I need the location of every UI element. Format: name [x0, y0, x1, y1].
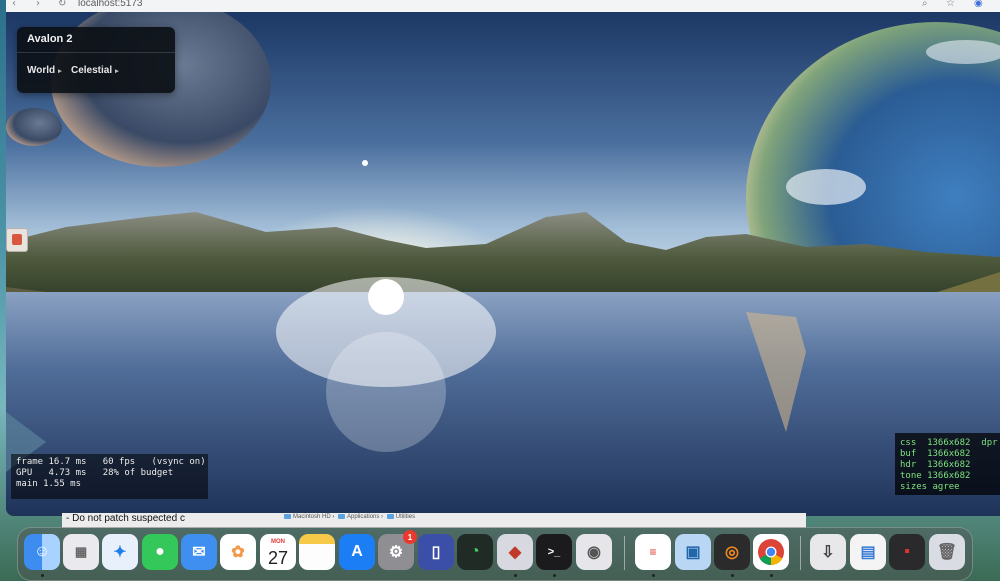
finder-icon[interactable]: ☺: [24, 534, 60, 570]
chrome-logo: [758, 539, 784, 566]
perf-stats-overlay: frame 16.7 ms 60 fps (vsync on) GPU 4.73 …: [11, 454, 208, 499]
note-text: - Do not patch suspected c: [66, 513, 185, 524]
chevron-right-icon: ▸: [115, 68, 119, 75]
system-settings-icon[interactable]: ⚙ 1: [378, 530, 417, 570]
reload-icon[interactable]: ↻: [58, 0, 66, 9]
bookmark-star-icon[interactable]: ☆: [946, 0, 955, 9]
safari-icon[interactable]: ✦: [102, 534, 138, 570]
res-line-tone: tone 1366x682: [900, 471, 971, 481]
app-store-icon[interactable]: A: [339, 534, 375, 570]
scene-menu-panel: Avalon 2 World ▸ Celestial ▸: [17, 27, 175, 93]
running-indicator: [514, 574, 517, 577]
notes-icon[interactable]: [299, 534, 335, 570]
screenshot-icon[interactable]: ◉: [576, 534, 612, 570]
running-indicator: [731, 574, 734, 577]
folder-icon: [386, 514, 394, 519]
documents-stack-icon[interactable]: ▤: [850, 534, 886, 570]
resolution-stats-overlay: css 1366x682 dpr 1 buf 1366x682 hdr 1366x6…: [895, 433, 1000, 495]
chevron-right-icon: ▸: [58, 68, 62, 75]
messages-icon[interactable]: ●: [142, 534, 178, 570]
menu-world[interactable]: World ▸: [27, 65, 62, 76]
dock-divider: [800, 536, 801, 570]
app-title: Avalon 2: [27, 33, 73, 45]
terminal-icon[interactable]: >_: [536, 534, 572, 570]
perf-line-gpu: GPU 4.73 ms 28% of budget: [16, 468, 174, 478]
folder-icon: [338, 514, 346, 519]
address-bar[interactable]: localhost:5173: [78, 0, 143, 9]
path-item-disk[interactable]: Macintosh HD: [293, 514, 331, 520]
downloads-folder-icon[interactable]: ⇩: [810, 534, 846, 570]
res-line-buf: buf 1366x682: [900, 449, 971, 459]
perf-line-main: main 1.55 ms: [16, 479, 82, 489]
running-indicator: [770, 574, 773, 577]
profile-icon[interactable]: ◉: [974, 0, 983, 9]
calendar-month: MON: [271, 539, 285, 545]
res-line-hdr: hdr 1366x682: [900, 460, 971, 470]
search-icon[interactable]: ⌕: [922, 0, 928, 9]
forward-icon[interactable]: ›: [36, 0, 40, 9]
perf-line-frame: frame 16.7 ms 60 fps (vsync on): [16, 457, 206, 467]
finder-window-strip: - Do not patch suspected c Macintosh HD …: [62, 513, 806, 528]
simulator-icon[interactable]: ▯: [418, 534, 454, 570]
floating-app-icon[interactable]: [6, 228, 28, 252]
chrome-icon[interactable]: [753, 534, 789, 570]
launchpad-icon[interactable]: ▦: [63, 534, 99, 570]
textedit-icon[interactable]: ≡: [635, 534, 671, 570]
path-item-utilities[interactable]: Utilities: [396, 514, 415, 520]
app-icon[interactable]: ◆: [497, 534, 533, 570]
running-indicator: [553, 574, 556, 577]
mail-icon[interactable]: ✉: [181, 534, 217, 570]
res-line-css: css 1366x682 dpr 1: [900, 438, 1000, 448]
activity-monitor-icon[interactable]: ◔: [457, 534, 493, 570]
preview-icon[interactable]: ▣: [675, 534, 711, 570]
photos-icon[interactable]: ✿: [220, 534, 256, 570]
menu-celestial[interactable]: Celestial ▸: [71, 65, 119, 76]
browser-window: ‹ › ↻ localhost:5173 ⌕ ☆ ◉ Avalon 2 Worl…: [6, 0, 1000, 516]
calendar-day: 27: [267, 548, 289, 568]
path-item-applications[interactable]: Applications: [347, 514, 379, 520]
calendar-icon[interactable]: MON 27: [260, 534, 296, 570]
screen-capture-icon[interactable]: ▪: [889, 534, 925, 570]
notification-badge: 1: [403, 530, 417, 544]
menu-celestial-label: Celestial: [71, 65, 113, 76]
dock-divider: [624, 536, 625, 570]
back-icon[interactable]: ‹: [12, 0, 16, 9]
menu-world-label: World: [27, 65, 56, 76]
res-line-sizes: sizes agree: [900, 482, 960, 492]
panel-divider: [17, 52, 175, 53]
running-indicator: [41, 574, 44, 577]
blender-icon[interactable]: ◎: [714, 534, 750, 570]
path-bar: Macintosh HD › Applications › Utilities: [282, 514, 415, 520]
running-indicator: [652, 574, 655, 577]
disk-icon: [284, 514, 291, 519]
dock: ☺ ▦ ✦ ● ✉ ✿ MON 27 A ⚙ 1 ▯ ◔ ◆ >_ ◉ ≡ ▣ ◎…: [17, 527, 973, 581]
trash-icon[interactable]: 🗑: [929, 534, 965, 570]
